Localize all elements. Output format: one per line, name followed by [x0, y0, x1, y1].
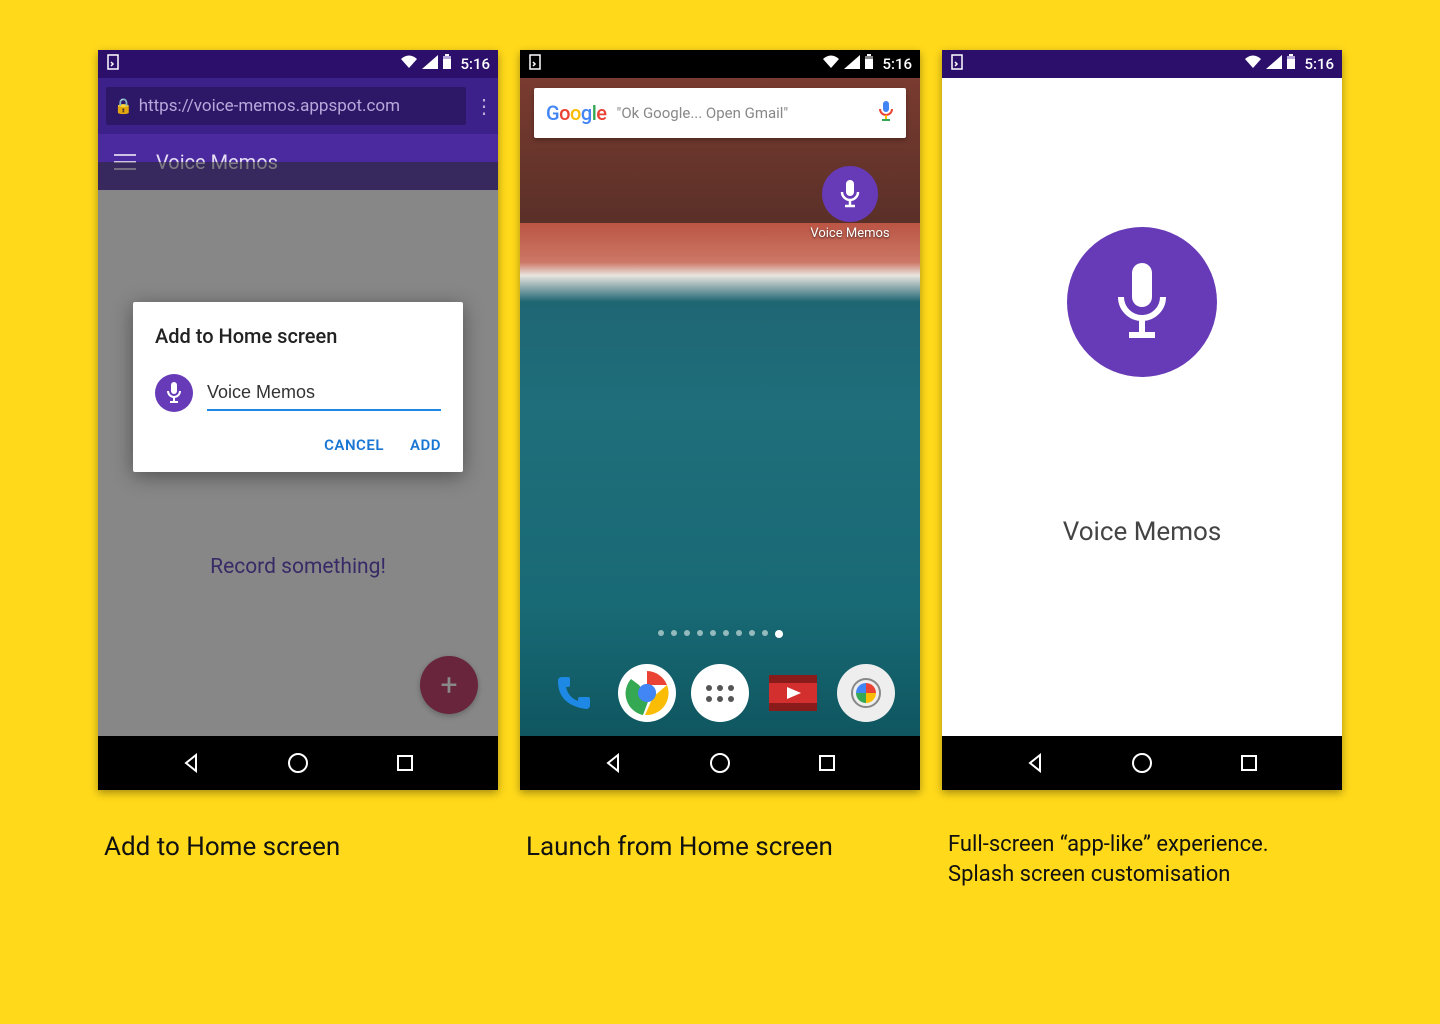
- back-button[interactable]: [601, 750, 627, 776]
- phone-add-to-home: 5:16 🔒 https://voice-memos.appspot.com ⋮…: [98, 50, 498, 790]
- url-input[interactable]: 🔒 https://voice-memos.appspot.com: [106, 87, 466, 125]
- camera-app-icon[interactable]: [837, 664, 895, 722]
- splash-app-icon: [1067, 227, 1217, 377]
- home-button[interactable]: [285, 750, 311, 776]
- shortcut-name-input[interactable]: [207, 376, 441, 411]
- battery-icon: [864, 54, 874, 74]
- status-time: 5:16: [460, 55, 490, 73]
- splash-title: Voice Memos: [1063, 517, 1222, 547]
- recents-button[interactable]: [392, 750, 418, 776]
- back-button[interactable]: [179, 750, 205, 776]
- apps-grid-icon: [706, 685, 734, 702]
- dock: [520, 664, 920, 722]
- microphone-icon: [837, 178, 863, 210]
- lock-icon: 🔒: [114, 97, 133, 115]
- status-time: 5:16: [882, 55, 912, 73]
- phone-splash-screen: 5:16 Voice Memos: [942, 50, 1342, 790]
- app-icon-preview: [155, 374, 193, 412]
- voice-memos-icon: [822, 166, 878, 222]
- android-nav-bar: [98, 736, 498, 790]
- add-to-home-dialog: Add to Home screen: [133, 302, 463, 472]
- caption-2: Launch from Home screen: [520, 830, 920, 889]
- search-placeholder: "Ok Google... Open Gmail": [617, 104, 868, 122]
- notification-icon: [950, 54, 964, 74]
- android-nav-bar: [942, 736, 1342, 790]
- battery-icon: [1286, 54, 1296, 74]
- home-button[interactable]: [1129, 750, 1155, 776]
- home-screen-wallpaper[interactable]: Google "Ok Google... Open Gmail" Voice: [520, 78, 920, 736]
- voice-memos-shortcut[interactable]: Voice Memos: [810, 166, 890, 241]
- splash-screen: Voice Memos: [942, 78, 1342, 736]
- app-drawer-button[interactable]: [691, 664, 749, 722]
- wifi-icon: [400, 55, 418, 73]
- wifi-icon: [1244, 55, 1262, 73]
- google-logo: Google: [546, 101, 607, 125]
- browser-url-bar: 🔒 https://voice-memos.appspot.com ⋮: [98, 78, 498, 134]
- home-button[interactable]: [707, 750, 733, 776]
- voice-search-icon[interactable]: [878, 100, 894, 126]
- caption-3: Full-screen “app-like” experience. Splas…: [942, 830, 1342, 889]
- cancel-button[interactable]: CANCEL: [324, 436, 384, 454]
- status-bar: 5:16: [98, 50, 498, 78]
- cell-signal-icon: [1266, 55, 1282, 73]
- shortcut-label: Voice Memos: [810, 226, 889, 241]
- microphone-icon: [1107, 257, 1177, 347]
- phone-home-screen: 5:16 Google "Ok Google... Open Gmail": [520, 50, 920, 790]
- recents-button[interactable]: [1236, 750, 1262, 776]
- recents-button[interactable]: [814, 750, 840, 776]
- url-text: https://voice-memos.appspot.com: [139, 96, 400, 116]
- dialog-title: Add to Home screen: [155, 324, 441, 348]
- notification-icon: [106, 54, 120, 74]
- caption-1: Add to Home screen: [98, 830, 498, 889]
- cell-signal-icon: [422, 55, 438, 73]
- video-app-icon[interactable]: [764, 664, 822, 722]
- phone-app-icon[interactable]: [545, 664, 603, 722]
- chrome-app-icon[interactable]: [618, 664, 676, 722]
- microphone-icon: [164, 381, 184, 405]
- captions-row: Add to Home screen Launch from Home scre…: [40, 830, 1400, 889]
- page-indicator: [520, 630, 920, 638]
- status-bar: 5:16: [942, 50, 1342, 78]
- cell-signal-icon: [844, 55, 860, 73]
- add-button[interactable]: ADD: [410, 436, 441, 454]
- android-nav-bar: [520, 736, 920, 790]
- google-search-bar[interactable]: Google "Ok Google... Open Gmail": [534, 88, 906, 138]
- status-bar: 5:16: [520, 50, 920, 78]
- status-time: 5:16: [1304, 55, 1334, 73]
- browser-overflow-menu[interactable]: ⋮: [474, 94, 490, 118]
- notification-icon: [528, 54, 542, 74]
- back-button[interactable]: [1023, 750, 1049, 776]
- battery-icon: [442, 54, 452, 74]
- wifi-icon: [822, 55, 840, 73]
- modal-overlay: Add to Home screen: [98, 162, 498, 736]
